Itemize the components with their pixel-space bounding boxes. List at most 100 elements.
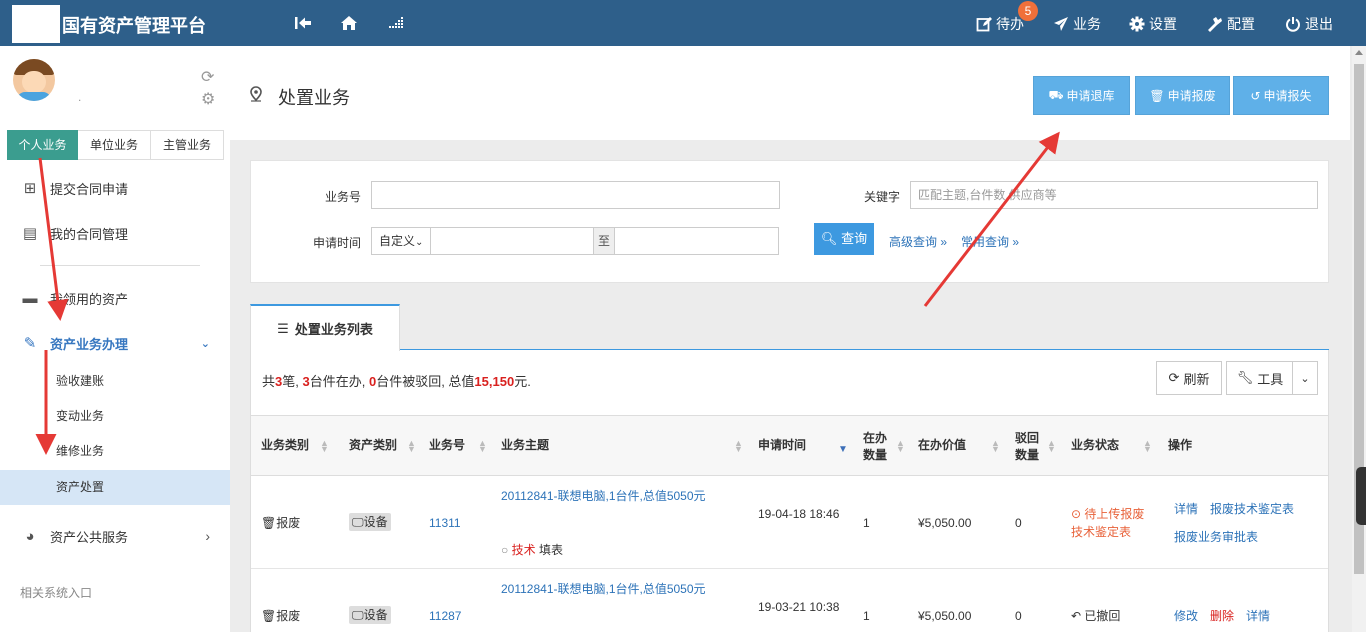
refresh-icon: ⟳: [1168, 370, 1180, 385]
end-date-input[interactable]: [614, 227, 779, 255]
list-summary: 共3笔, 3台件在办, 0台件被驳回, 总值15,150元.: [262, 374, 531, 389]
search-icon: 🔍︎: [820, 231, 838, 246]
row-business-no-link[interactable]: 11287: [429, 607, 461, 625]
refresh-icon[interactable]: ⟳: [201, 67, 214, 87]
avatar[interactable]: [13, 59, 55, 101]
config-menu[interactable]: 配置: [1206, 14, 1255, 34]
tab-disposal-list[interactable]: ☰ 处置业务列表: [250, 304, 400, 351]
tools-button[interactable]: 🔧︎ 工具: [1226, 361, 1293, 395]
col-subject[interactable]: 业务主题: [501, 437, 549, 454]
sort-icon[interactable]: ▲ ▼: [734, 439, 743, 454]
tab-personal[interactable]: 个人业务: [7, 130, 78, 160]
gear-icon[interactable]: ⚙: [201, 89, 215, 109]
row-qty: 1: [863, 516, 870, 530]
collapse-sidebar-icon[interactable]: [293, 14, 313, 32]
query-button[interactable]: 🔍︎ 查询: [814, 223, 874, 255]
home-icon[interactable]: [339, 14, 359, 32]
top-bar: 国有资产管理平台 待办 5 业务 设置 配置 退出: [0, 0, 1366, 46]
advanced-query-link[interactable]: 高级查询 »: [889, 233, 947, 250]
submenu-change[interactable]: 变动业务: [0, 399, 230, 434]
paper-plane-icon: [1054, 17, 1068, 31]
row-asset-type: 🖵设备: [349, 606, 391, 624]
submenu-disposal[interactable]: 资产处置: [0, 470, 230, 505]
menu-label: 我的合同管理: [50, 226, 129, 242]
signal-dots-icon[interactable]: [386, 14, 406, 32]
action-detail-link[interactable]: 详情: [1246, 607, 1270, 625]
alert-circle-icon: ⊙: [1071, 507, 1082, 521]
logo: [12, 5, 60, 43]
menu-item-public-service[interactable]: ◕ 资产公共服务 ›: [0, 516, 230, 556]
menu-item-my-contracts[interactable]: ▤ 我的合同管理: [0, 213, 230, 253]
col-actions: 操作: [1168, 438, 1193, 452]
keyword-input[interactable]: 匹配主题,台件数,供应商等: [910, 181, 1318, 209]
app-title: 国有资产管理平台: [62, 16, 206, 36]
hdd-icon: ▬: [22, 289, 38, 307]
logout-menu[interactable]: 退出: [1285, 14, 1333, 34]
col-active-value[interactable]: 在办价值: [918, 437, 966, 454]
label-business-no: 业务号: [325, 190, 362, 204]
row-value: ¥5,050.00: [918, 609, 972, 623]
row-subject-link[interactable]: 20112841-联想电脑,1台件,总值5050元: [501, 580, 711, 598]
common-query-link[interactable]: 常用查询 »: [961, 233, 1019, 250]
row-rejected: 0: [1015, 609, 1022, 623]
sort-icon[interactable]: ▲ ▼: [320, 439, 329, 454]
menu-item-submit-contract[interactable]: ⊞ 提交合同申请: [0, 168, 230, 208]
col-active-qty[interactable]: 在办数量: [863, 430, 893, 464]
time-mode-select[interactable]: 自定义⌄: [371, 227, 431, 255]
start-date-input[interactable]: [430, 227, 594, 255]
circle-icon: ○: [501, 543, 509, 557]
tools-dropdown-button[interactable]: ⌄: [1292, 361, 1318, 395]
button-label: 申请报失: [1263, 89, 1312, 103]
sort-icon[interactable]: ▲ ▼: [1143, 439, 1152, 454]
col-rejected-qty[interactable]: 驳回数量: [1015, 430, 1045, 464]
tab-supervisor[interactable]: 主管业务: [151, 130, 224, 160]
action-delete-link[interactable]: 删除: [1210, 607, 1234, 625]
tab-unit[interactable]: 单位业务: [78, 130, 151, 160]
side-widget[interactable]: [1356, 467, 1366, 525]
row-business-no-link[interactable]: 11311: [429, 514, 461, 532]
map-pin-icon: [250, 86, 262, 107]
col-asset-type[interactable]: 资产类别: [349, 437, 397, 454]
submenu-acceptance[interactable]: 验收建账: [0, 364, 230, 399]
sort-icon[interactable]: ▲ ▼: [407, 439, 416, 454]
submenu-repair[interactable]: 维修业务: [0, 434, 230, 469]
button-label: 刷新: [1183, 371, 1210, 387]
scrollbar[interactable]: [1352, 46, 1366, 632]
sort-icon[interactable]: ▲ ▼: [896, 439, 905, 454]
sort-icon[interactable]: ▲ ▼: [991, 439, 1000, 454]
settings-menu[interactable]: 设置: [1129, 14, 1177, 34]
sort-desc-icon[interactable]: ▼: [838, 444, 848, 455]
chevron-down-icon: ⌄: [200, 337, 210, 350]
sort-icon[interactable]: ▲ ▼: [478, 439, 487, 454]
business-menu[interactable]: 业务: [1053, 14, 1101, 34]
apply-return-button[interactable]: ⛟ 申请退库: [1033, 76, 1130, 115]
search-panel: [250, 160, 1329, 283]
row-subject-link[interactable]: 20112841-联想电脑,1台件,总值5050元: [501, 487, 711, 505]
row-status: ↶ 已撤回: [1071, 609, 1121, 623]
refresh-button[interactable]: ⟳ 刷新: [1156, 361, 1222, 395]
col-status[interactable]: 业务状态: [1071, 437, 1119, 454]
apply-loss-button[interactable]: ↺ 申请报失: [1233, 76, 1329, 115]
tab-label: 处置业务列表: [294, 322, 373, 337]
action-approval-form-link[interactable]: 报废业务审批表: [1174, 528, 1258, 546]
apply-scrap-button[interactable]: 🗑 申请报废: [1135, 76, 1230, 115]
menu-label: 提交合同申请: [50, 181, 129, 197]
col-business-no[interactable]: 业务号: [429, 437, 465, 454]
row-qty: 1: [863, 609, 870, 623]
business-no-input[interactable]: [371, 181, 780, 209]
col-apply-time[interactable]: 申请时间: [758, 437, 806, 454]
action-detail-link[interactable]: 详情: [1174, 500, 1198, 518]
col-category[interactable]: 业务类别: [261, 437, 309, 454]
sort-icon[interactable]: ▲ ▼: [1047, 439, 1056, 454]
menu-item-my-assets[interactable]: ▬ 我领用的资产: [0, 278, 230, 318]
menu-label: 资产业务办理: [50, 336, 129, 352]
chevron-right-icon: ›: [205, 528, 210, 544]
globe-icon: ◕: [25, 527, 35, 545]
chevron-down-icon: ⌄: [1300, 372, 1310, 385]
todo-menu[interactable]: 待办: [976, 14, 1024, 34]
action-tech-appraisal-link[interactable]: 报废技术鉴定表: [1210, 500, 1294, 518]
action-edit-link[interactable]: 修改: [1174, 607, 1198, 625]
related-systems-label[interactable]: 相关系统入口: [20, 584, 92, 601]
sidebar: . ⟳ ⚙ 个人业务 单位业务 主管业务 ⊞ 提交合同申请 ▤ 我的合同管理 ▬…: [0, 46, 230, 632]
menu-item-asset-business[interactable]: ✎ 资产业务办理 ⌄: [0, 323, 230, 363]
